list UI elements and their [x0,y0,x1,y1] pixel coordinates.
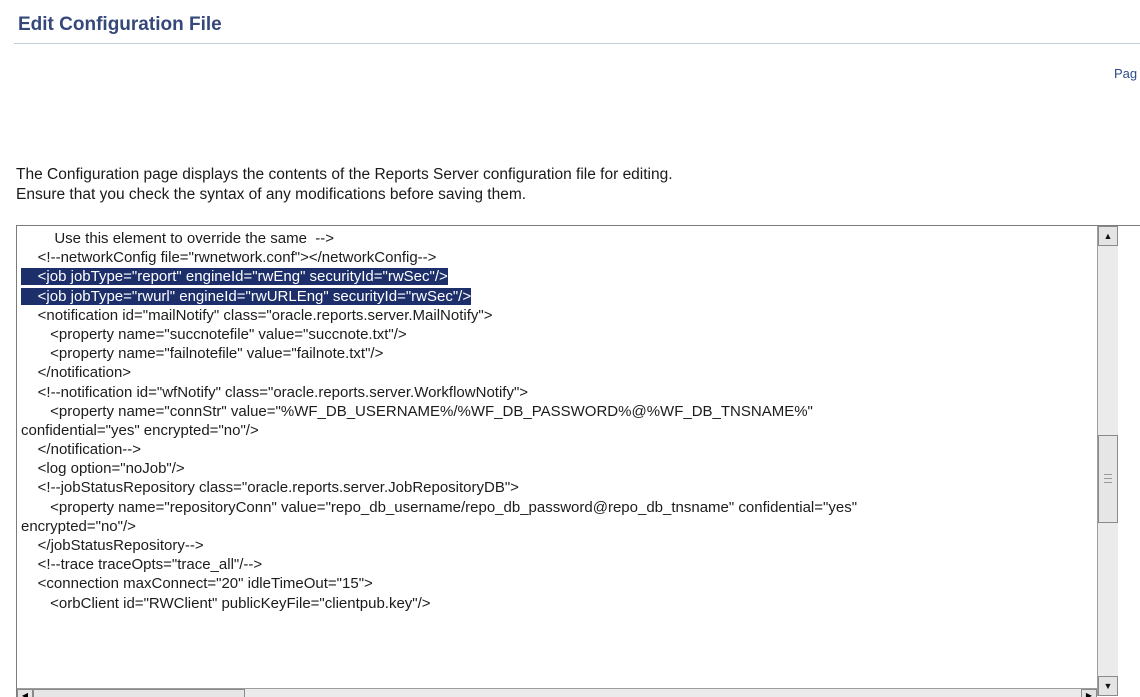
scroll-thumb[interactable] [1098,435,1118,524]
code-line: <property name="connStr" value="%WF_DB_U… [21,402,1101,421]
arrow-up-icon: ▲ [1103,231,1113,241]
code-line-text: <!--jobStatusRepository class="oracle.re… [21,479,519,497]
description-line-2: Ensure that you check the syntax of any … [16,186,527,203]
code-line-text: <connection maxConnect="20" idleTimeOut=… [21,575,373,593]
code-line: <notification id="mailNotify" class="ora… [21,306,1101,325]
code-line: <!--trace traceOpts="trace_all"/--> [21,555,1101,574]
grip-line [1104,478,1112,480]
title-divider [14,43,1140,44]
code-line-text: <property name="succnotefile" value="suc… [21,325,407,343]
code-line: <property name="repositoryConn" value="r… [21,498,1101,517]
code-line-text: </jobStatusRepository--> [21,537,204,554]
description: The Configuration page displays the cont… [16,165,673,205]
scroll-up-button[interactable]: ▲ [1098,226,1118,246]
grip-line [1104,474,1112,476]
code-line: <!--networkConfig file="rwnetwork.conf">… [21,248,1101,267]
code-line: <property name="succnotefile" value="suc… [21,325,1101,344]
page-link[interactable]: Pag [1114,66,1137,81]
code-line: <log option="noJob"/> [21,459,1101,478]
code-line: confidential="yes" encrypted="no"/> [21,421,1101,440]
code-line: <!--notification id="wfNotify" class="or… [21,383,1101,402]
arrow-down-icon: ▼ [1103,681,1113,691]
code-line-text: <log option="noJob"/> [21,460,185,478]
grip-line [1104,482,1112,484]
code-line-text: Use this element to override the same --… [21,230,335,247]
code-line: </notification--> [21,440,1101,459]
arrow-left-icon: ◀ [21,691,29,697]
code-line-text: <property name="repositoryConn" value="r… [21,498,858,516]
code-line-text: <!--trace traceOpts="trace_all"/--> [21,556,263,574]
code-line-text: confidential="yes" encrypted="no"/> [21,421,259,439]
code-line-text: </notification> [21,364,132,382]
code-line-text: <!--notification id="wfNotify" class="or… [21,383,529,401]
code-line-text: encrypted="no"/> [21,517,136,535]
code-line: <job jobType="rwurl" engineId="rwURLEng"… [21,287,1101,306]
arrow-right-icon: ▶ [1085,691,1093,697]
code-line: </jobStatusRepository--> [21,536,1101,555]
code-line-text: <orbClient id="RWClient" publicKeyFile="… [21,594,431,612]
code-line: <orbClient id="RWClient" publicKeyFile="… [21,594,1101,613]
code-line-text: <job jobType="report" engineId="rwEng" s… [21,268,448,286]
code-line-text: <notification id="mailNotify" class="ora… [21,306,493,324]
scroll-down-button[interactable]: ▼ [1098,676,1118,696]
code-line: encrypted="no"/> [21,517,1101,536]
code-line: <property name="failnotefile" value="fai… [21,344,1101,363]
code-line: Use this element to override the same --… [21,229,1101,248]
code-line-text: <!--networkConfig file="rwnetwork.conf">… [21,249,437,267]
config-editor[interactable]: Use this element to override the same --… [16,225,1140,697]
code-line: <job jobType="report" engineId="rwEng" s… [21,267,1101,286]
code-line-text: <job jobType="rwurl" engineId="rwURLEng"… [21,287,472,305]
config-textarea[interactable]: Use this element to override the same --… [21,229,1101,613]
code-line: <connection maxConnect="20" idleTimeOut=… [21,574,1101,593]
code-line-text: <property name="connStr" value="%WF_DB_U… [21,402,813,420]
code-line-text: <property name="failnotefile" value="fai… [21,345,384,363]
code-line: <!--jobStatusRepository class="oracle.re… [21,478,1101,497]
code-line-text: </notification--> [21,441,142,459]
page-title: Edit Configuration File [18,14,222,35]
code-line: </notification> [21,363,1101,382]
description-line-1: The Configuration page displays the cont… [16,166,673,183]
vertical-scrollbar[interactable]: ▲ ▼ [1097,226,1118,696]
